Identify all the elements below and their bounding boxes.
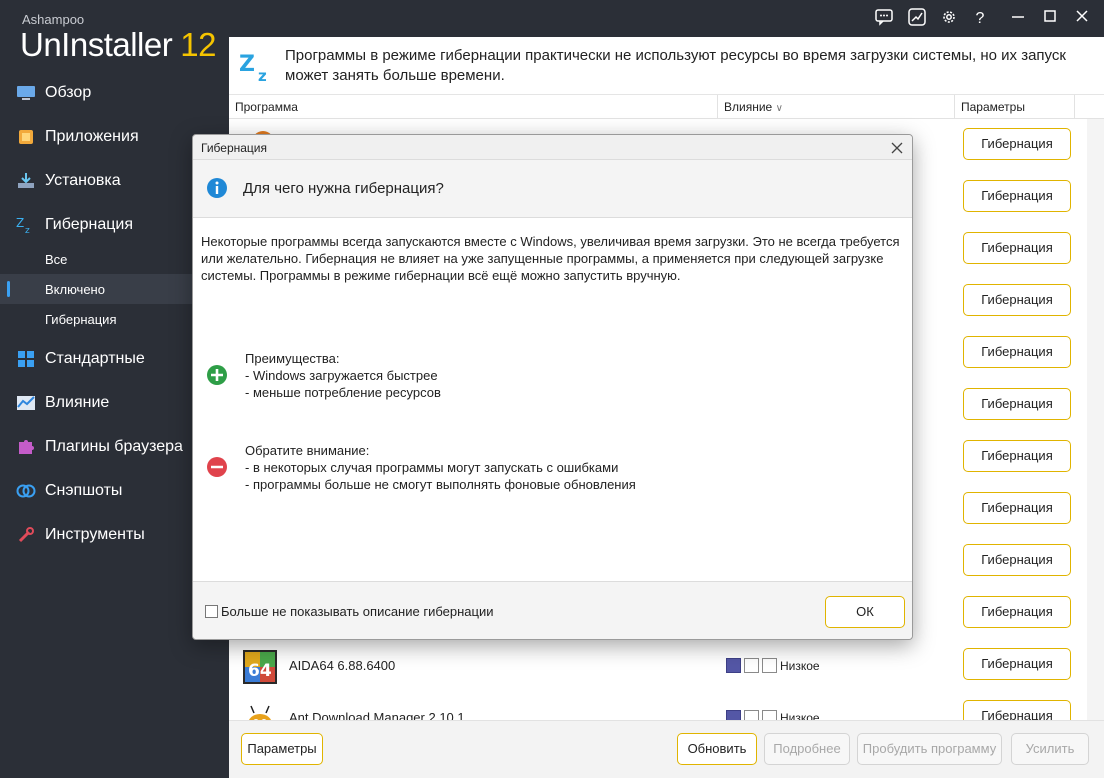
feedback-icon[interactable] <box>873 8 895 30</box>
dont-show-checkbox[interactable] <box>205 605 218 618</box>
table-row[interactable]: 64 AIDA64 6.88.6400 Низкое Гибернация <box>229 639 1087 691</box>
zz-icon: Zz <box>239 52 267 83</box>
sidebar-item-label: Плагины браузера <box>45 438 183 455</box>
program-name: AIDA64 6.88.6400 <box>289 658 396 673</box>
hibernate-button[interactable]: Гибернация <box>963 596 1071 628</box>
pros-item: - Windows загружается быстрее <box>245 368 438 383</box>
pros-title: Преимущества: <box>245 351 340 366</box>
apps-icon <box>19 130 33 144</box>
settings-button[interactable]: Параметры <box>241 733 323 765</box>
sidebar-item-label: Гибернация <box>45 216 133 233</box>
info-banner: Zz Программы в режиме гибернации практич… <box>229 37 1104 95</box>
impact-bar <box>726 658 741 673</box>
monitor-icon <box>17 86 35 100</box>
svg-text:z: z <box>25 226 30 235</box>
column-impact[interactable]: Влияние ∨ <box>718 95 955 119</box>
dialog-heading: Для чего нужна гибернация? <box>243 180 444 197</box>
hibernate-button[interactable]: Гибернация <box>963 648 1071 680</box>
bottom-toolbar: Параметры Обновить Подробнее Пробудить п… <box>229 720 1104 778</box>
minimize-icon[interactable] <box>1007 8 1029 30</box>
svg-text:Z: Z <box>16 216 24 230</box>
info-icon <box>207 178 227 198</box>
scrollbar[interactable] <box>1087 119 1104 737</box>
sidebar-item-label: Приложения <box>45 128 139 145</box>
ok-button[interactable]: ОК <box>825 596 905 628</box>
brand-company: Ashampoo <box>22 12 85 27</box>
cons-item: - в некоторых случая программы могут зап… <box>245 460 619 475</box>
sidebar-item-label: Установка <box>45 172 121 189</box>
sidebar-subitem-label: Включено <box>45 281 105 297</box>
dialog-titlebar: Гибернация <box>193 135 912 160</box>
pros-item: - меньше потребление ресурсов <box>245 385 441 400</box>
hibernate-button[interactable]: Гибернация <box>963 492 1071 524</box>
hibernate-button[interactable]: Гибернация <box>963 232 1071 264</box>
plus-circle-icon <box>207 365 227 385</box>
details-button[interactable]: Подробнее <box>764 733 850 765</box>
sidebar-item-label: Обзор <box>45 84 92 101</box>
pros-section: Преимущества: - Windows загружается быст… <box>245 350 441 401</box>
column-program[interactable]: Программа <box>229 95 718 119</box>
impact-label: Низкое <box>780 658 820 673</box>
sort-chevron-icon: ∨ <box>775 103 783 114</box>
maximize-icon[interactable] <box>1039 8 1061 30</box>
aida64-icon: 64 <box>243 650 277 684</box>
hibernate-button[interactable]: Гибернация <box>963 128 1071 160</box>
svg-text:64: 64 <box>248 661 272 681</box>
column-params[interactable]: Параметры <box>955 95 1075 119</box>
help-icon[interactable]: ? <box>969 8 991 30</box>
impact-bar <box>744 658 759 673</box>
dialog-title: Гибернация <box>201 141 267 155</box>
hibernate-button[interactable]: Гибернация <box>963 284 1071 316</box>
svg-text:Z: Z <box>239 52 255 77</box>
tools-icon <box>18 527 34 543</box>
install-icon <box>18 173 34 188</box>
dialog-footer: Больше не показывать описание гибернации… <box>193 581 912 639</box>
cons-section: Обратите внимание: - в некоторых случая … <box>245 442 636 493</box>
cons-item: - программы больше не смогут выполнять ф… <box>245 477 636 492</box>
dont-show-label[interactable]: Больше не показывать описание гибернации <box>221 604 494 619</box>
dialog-header: Для чего нужна гибернация? <box>193 160 912 218</box>
sidebar-item-label: Инструменты <box>45 526 145 543</box>
dialog-description: Некоторые программы всегда запускаются в… <box>201 234 900 283</box>
puzzle-icon <box>19 440 34 454</box>
brand-logo: UnInstaller 12 <box>20 26 216 64</box>
close-icon[interactable] <box>890 137 904 160</box>
banner-text: Программы в режиме гибернации практическ… <box>285 47 1066 84</box>
cons-title: Обратите внимание: <box>245 443 370 458</box>
impact-bar <box>762 658 777 673</box>
minus-circle-icon <box>207 457 227 477</box>
svg-text:z: z <box>258 67 267 83</box>
sidebar-item-label: Влияние <box>45 394 110 411</box>
impact-indicator: Низкое <box>726 658 820 673</box>
hibernate-button[interactable]: Гибернация <box>963 388 1071 420</box>
wake-program-button[interactable]: Пробудить программу <box>857 733 1002 765</box>
snapshot-icon <box>16 484 36 498</box>
column-impact-label: Влияние <box>724 100 773 114</box>
hibernate-button[interactable]: Гибернация <box>963 336 1071 368</box>
hibernate-button[interactable]: Гибернация <box>963 180 1071 212</box>
hibernate-button[interactable]: Гибернация <box>963 440 1071 472</box>
settings-gear-icon[interactable] <box>938 8 960 30</box>
brand-name: UnInstaller <box>20 26 173 63</box>
hibernation-dialog: Гибернация Для чего нужна гибернация? Не… <box>192 134 913 640</box>
hibernate-button[interactable]: Гибернация <box>963 544 1071 576</box>
refresh-button[interactable]: Обновить <box>677 733 757 765</box>
close-window-icon[interactable] <box>1071 8 1093 30</box>
chart-icon <box>17 396 35 410</box>
sidebar-item-label: Снэпшоты <box>45 482 123 499</box>
windows-icon <box>18 351 34 367</box>
sidebar-item-label: Стандартные <box>45 350 145 367</box>
boost-button[interactable]: Усилить <box>1011 733 1089 765</box>
stats-icon[interactable] <box>906 8 928 30</box>
brand-version: 12 <box>180 26 216 63</box>
sidebar-item-overview[interactable]: Обзор <box>0 71 229 115</box>
title-bar: ? <box>229 0 1104 37</box>
zz-icon: Zz <box>16 216 30 235</box>
